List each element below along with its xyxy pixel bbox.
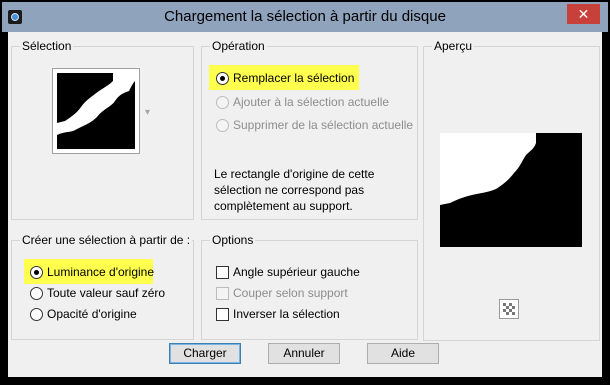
checkbox-invert-label: Inverser la sélection [233,307,340,321]
checkbox-invert-selection[interactable]: Inverser la sélection [216,305,406,323]
preview-group: Aperçu [423,39,600,341]
radio-add-label: Ajouter à la sélection actuelle [233,95,390,109]
create-selection-group: Créer une sélection à partir de : Lumina… [11,233,194,340]
radio-original-luminance[interactable]: Luminance d'origine [30,263,190,281]
radio-replace-selection[interactable]: Remplacer la sélection [216,69,406,87]
title-bar[interactable]: Chargement la sélection à partir du disq… [2,2,608,32]
selection-group-label: Sélection [20,39,74,53]
options-group: Options Angle supérieur gauche Couper se… [201,233,418,340]
create-selection-group-label: Créer une sélection à partir de : [20,233,193,247]
checkbox-crop-label: Couper selon support [233,286,348,300]
operation-group-label: Opération [210,39,267,53]
close-button[interactable]: ✕ [567,4,600,24]
selection-mask-image [57,73,135,149]
radio-subtract-icon[interactable] [216,119,229,132]
radio-replace-label: Remplacer la sélection [233,71,355,85]
radio-luminance-label: Luminance d'origine [47,265,155,279]
checkbox-crop-icon[interactable] [216,287,229,300]
radio-opacity-label: Opacité d'origine [47,307,137,321]
preview-mask-image [440,133,582,247]
radio-add-selection[interactable]: Ajouter à la sélection actuelle [216,93,411,111]
mismatch-note-line: complètement au support. [214,199,353,213]
transparency-grid-icon[interactable] [499,299,519,319]
radio-replace-icon[interactable] [216,72,229,85]
radio-any-nonzero[interactable]: Toute valeur sauf zéro [30,284,190,302]
cancel-button[interactable]: Annuler [268,343,340,364]
dialog-window: Chargement la sélection à partir du disq… [0,0,610,385]
selection-group: Sélection ▾ [11,39,194,220]
options-group-label: Options [210,233,256,247]
checkbox-invert-icon[interactable] [216,308,229,321]
selection-dropdown-arrow-icon[interactable]: ▾ [145,107,150,118]
radio-nonzero-label: Toute valeur sauf zéro [47,286,166,300]
mismatch-note-line: Le rectangle d'origine de cette [214,167,375,181]
window-title: Chargement la sélection à partir du disq… [164,8,446,25]
checkbox-top-left-label: Angle supérieur gauche [233,265,360,279]
operation-group: Opération Remplacer la sélection Ajouter… [201,39,418,220]
radio-opacity-icon[interactable] [30,308,43,321]
radio-nonzero-icon[interactable] [30,287,43,300]
checkbox-top-left-icon[interactable] [216,266,229,279]
radio-subtract-label: Supprimer de la sélection actuelle [233,118,414,132]
preview-group-label: Aperçu [432,39,475,53]
selection-thumbnail[interactable] [52,68,140,154]
mismatch-note-line: sélection ne correspond pas [214,183,365,197]
help-button[interactable]: Aide [367,343,439,364]
radio-luminance-icon[interactable] [30,266,43,279]
checkbox-top-left-corner[interactable]: Angle supérieur gauche [216,263,406,281]
checkbox-crop-to-canvas[interactable]: Couper selon support [216,284,406,302]
radio-add-icon[interactable] [216,96,229,109]
radio-subtract-selection[interactable]: Supprimer de la sélection actuelle [216,116,414,134]
dialog-client: Sélection ▾ Opération Remplacer la sélec… [8,32,602,377]
mismatch-note: Le rectangle d'origine de cette sélectio… [214,166,414,214]
load-button[interactable]: Charger [169,343,241,364]
radio-original-opacity[interactable]: Opacité d'origine [30,305,190,323]
